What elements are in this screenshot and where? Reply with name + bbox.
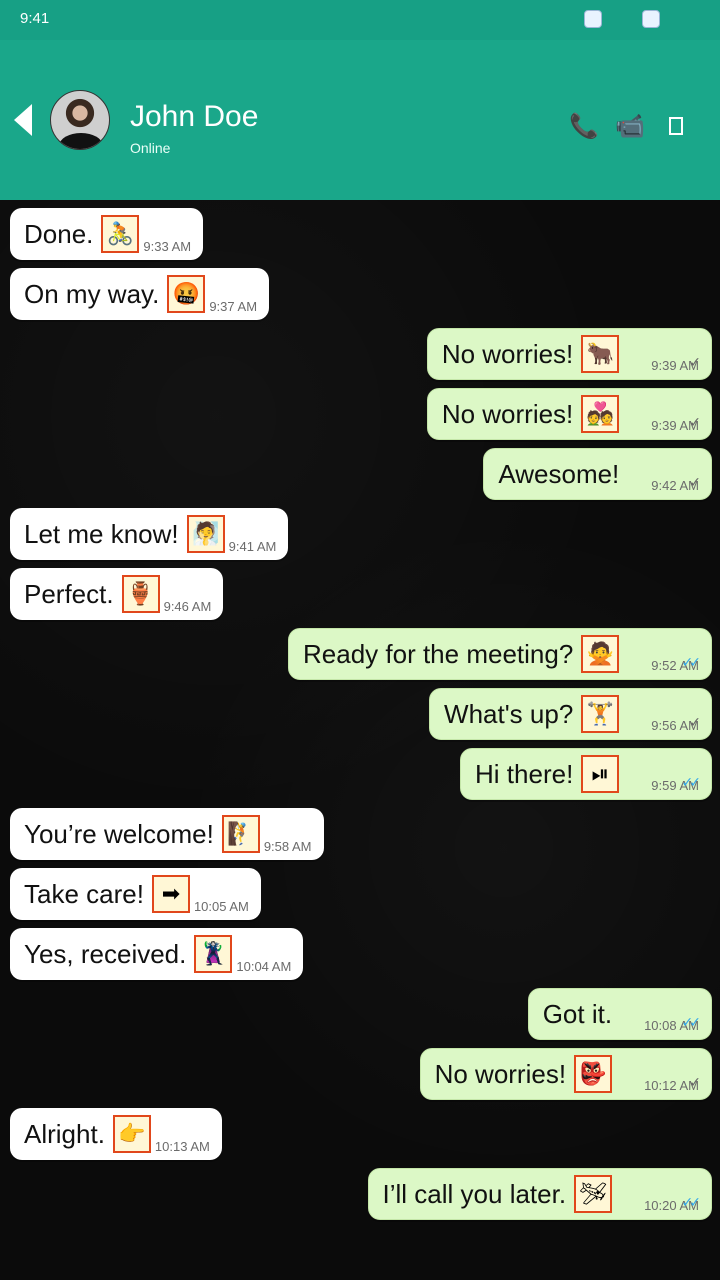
emoji-icon: 🚴	[101, 215, 140, 253]
message-list[interactable]: Done. 🚴 9:33 AM On my way. 🤬 9:37 AM No worrie…	[0, 200, 720, 1280]
message-text: You’re welcome!	[24, 818, 214, 849]
message-text: Hi there!	[475, 758, 574, 789]
message-text: No worries!	[441, 338, 574, 369]
incoming-message[interactable]: Perfect. 🏺 9:46 AM	[10, 568, 224, 620]
message-text: Awesome!	[498, 458, 620, 489]
emoji-icon: 🐂	[581, 335, 620, 373]
message-text: No worries!	[441, 398, 574, 429]
sent-check-icon: ✓	[689, 714, 701, 730]
menu-icon[interactable]	[662, 112, 690, 140]
incoming-message[interactable]: Done. 🚴 9:33 AM	[10, 208, 204, 260]
emoji-icon: ➡	[151, 875, 190, 913]
incoming-message[interactable]: You’re welcome! 🧗 9:58 AM	[10, 808, 324, 860]
emoji-icon: ⏯	[581, 755, 620, 793]
outgoing-message[interactable]: I’ll call you later. 🛩 10:20 AM ✓✓	[367, 1168, 712, 1220]
outgoing-message[interactable]: No worries! 👺 10:12 AM ✓	[419, 1048, 712, 1100]
outgoing-message[interactable]: What's up? 🏋 9:56 AM ✓	[429, 688, 712, 740]
message-time: 10:13 AM	[154, 1139, 210, 1154]
status-icons	[584, 10, 660, 28]
message-text: Got it.	[542, 998, 613, 1029]
contact-status: Online	[130, 140, 171, 156]
message-text: No worries!	[434, 1058, 567, 1089]
message-text: Yes, received.	[24, 938, 187, 969]
status-bar: 9:41	[0, 0, 720, 40]
message-text: What's up?	[444, 698, 574, 729]
message-time: 9:58 AM	[263, 839, 312, 854]
message-text: On my way.	[24, 278, 160, 309]
outgoing-message[interactable]: Ready for the meeting? 🙅 9:52 AM ✓✓	[288, 628, 712, 680]
incoming-message[interactable]: Let me know! 🧖 9:41 AM	[10, 508, 289, 560]
message-text: Let me know!	[24, 518, 179, 549]
emoji-icon: 🏺	[121, 575, 160, 613]
emoji-icon: 🦹	[194, 935, 233, 973]
message-time: 9:33 AM	[143, 239, 192, 254]
sent-check-icon: ✓	[689, 354, 701, 370]
message-time: 10:05 AM	[193, 899, 249, 914]
sent-check-icon: ✓	[689, 1074, 701, 1090]
phone-icon[interactable]: 📞	[569, 112, 599, 140]
chat-header: John Doe Online 📞 📹	[0, 40, 720, 200]
message-text: Take care!	[24, 878, 144, 909]
message-text: Done.	[24, 218, 94, 249]
message-text: Alright.	[24, 1118, 105, 1149]
message-time: 9:41 AM	[228, 539, 277, 554]
sent-check-icon: ✓	[689, 474, 701, 490]
emoji-icon: 🏋	[581, 695, 620, 733]
outgoing-message[interactable]: Awesome! 9:42 AM ✓	[483, 448, 712, 500]
sent-check-icon: ✓	[689, 414, 701, 430]
incoming-message[interactable]: Alright. 👉 10:13 AM	[10, 1108, 222, 1160]
emoji-icon: 👉	[112, 1115, 151, 1153]
outgoing-message[interactable]: Got it. 10:08 AM ✓✓	[527, 988, 712, 1040]
outgoing-message[interactable]: Hi there! ⏯ 9:59 AM ✓✓	[460, 748, 712, 800]
incoming-message[interactable]: Yes, received. 🦹 10:04 AM	[10, 928, 304, 980]
read-receipt-icon: ✓✓	[681, 654, 702, 670]
back-arrow-icon[interactable]	[14, 104, 32, 136]
message-time: 10:04 AM	[236, 959, 292, 974]
read-receipt-icon: ✓✓	[681, 1014, 702, 1030]
emoji-icon: 🧖	[186, 515, 225, 553]
message-text: Perfect.	[24, 578, 114, 609]
incoming-message[interactable]: On my way. 🤬 9:37 AM	[10, 268, 270, 320]
battery-icon	[642, 10, 660, 28]
emoji-icon: 🛩	[574, 1175, 613, 1213]
emoji-icon: 🧗	[221, 815, 260, 853]
video-call-icon[interactable]: 📹	[615, 112, 645, 140]
header-actions: 📞 📹	[569, 112, 690, 140]
outgoing-message[interactable]: No worries! 💑 9:39 AM ✓	[426, 388, 712, 440]
message-time: 9:46 AM	[163, 599, 212, 614]
read-receipt-icon: ✓✓	[681, 1194, 702, 1210]
message-text: Ready for the meeting?	[303, 638, 574, 669]
status-time: 9:41	[20, 10, 50, 27]
emoji-icon: 🤬	[167, 275, 206, 313]
message-text: I’ll call you later.	[382, 1178, 567, 1209]
outgoing-message[interactable]: No worries! 🐂 9:39 AM ✓	[426, 328, 712, 380]
emoji-icon: 👺	[574, 1055, 613, 1093]
emoji-icon: 💑	[581, 395, 620, 433]
emoji-icon: 🙅	[581, 635, 620, 673]
avatar[interactable]	[50, 90, 110, 150]
signal-icon	[584, 10, 602, 28]
read-receipt-icon: ✓✓	[681, 774, 702, 790]
contact-name[interactable]: John Doe	[130, 100, 258, 134]
incoming-message[interactable]: Take care! ➡ 10:05 AM	[10, 868, 261, 920]
message-time: 9:37 AM	[209, 299, 258, 314]
